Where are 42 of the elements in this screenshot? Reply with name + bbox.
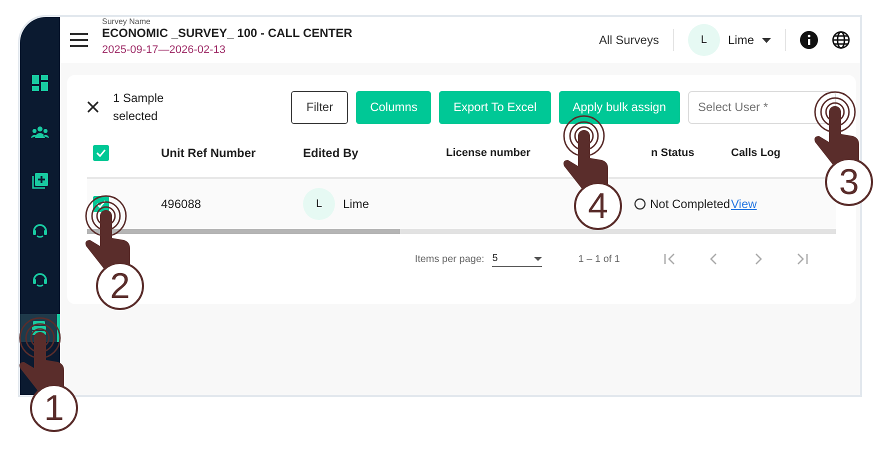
checkmark-icon [96, 200, 106, 208]
last-page-icon [795, 252, 809, 266]
add-copy-icon [31, 172, 49, 190]
checkmark-icon [96, 149, 106, 157]
column-header: n Status [650, 146, 696, 161]
user-avatar: L [303, 188, 335, 220]
survey-dates: 2025-09-17—2026-02-13 [102, 42, 227, 58]
user-avatar[interactable]: L [688, 24, 720, 56]
info-icon[interactable] [800, 31, 818, 49]
headset-icon [31, 270, 49, 288]
table-cell-text: 496088 [161, 196, 202, 213]
menu-icon[interactable] [70, 33, 88, 47]
table-cell-text: Lime [343, 196, 370, 213]
horizontal-scrollbar[interactable] [87, 229, 836, 234]
page-size-select[interactable]: 5 [492, 251, 542, 268]
first-page-icon [663, 252, 677, 266]
column-header: Calls Log [731, 146, 782, 161]
user-name[interactable]: Lime [728, 31, 754, 49]
checkbox[interactable] [93, 145, 109, 161]
status-text: Not Completed [650, 196, 730, 213]
toolbar-button[interactable]: Filter [291, 90, 348, 124]
survey-caption: Survey Name [102, 18, 152, 26]
headset-icon [31, 221, 49, 239]
column-header: Edited By [303, 145, 360, 162]
page-size-value: 5 [492, 252, 498, 266]
globe-icon[interactable] [832, 31, 850, 49]
column-header: Unit Ref Number [161, 145, 257, 162]
caret-icon[interactable] [762, 38, 771, 42]
items-per-page-label: Items per page: [414, 252, 484, 267]
column-header: License number [446, 146, 532, 161]
step-number: 1 [30, 384, 78, 432]
survey-title: ECONOMIC _SURVEY_ 100 - CALL CENTER [102, 26, 352, 42]
select-user-field[interactable]: Select User * [688, 90, 836, 124]
page-range: 1 – 1 of 1 [578, 252, 620, 267]
view-link[interactable]: View [731, 195, 811, 213]
dashboard-icon [31, 74, 49, 92]
scrollbar-thumb[interactable] [87, 229, 400, 234]
caret-icon [534, 256, 542, 261]
status-circle-icon [634, 198, 646, 210]
selection-count: 1 Sample selected [113, 90, 165, 125]
all-surveys-link[interactable]: All Surveys [598, 31, 659, 49]
close-icon[interactable] [87, 101, 99, 113]
